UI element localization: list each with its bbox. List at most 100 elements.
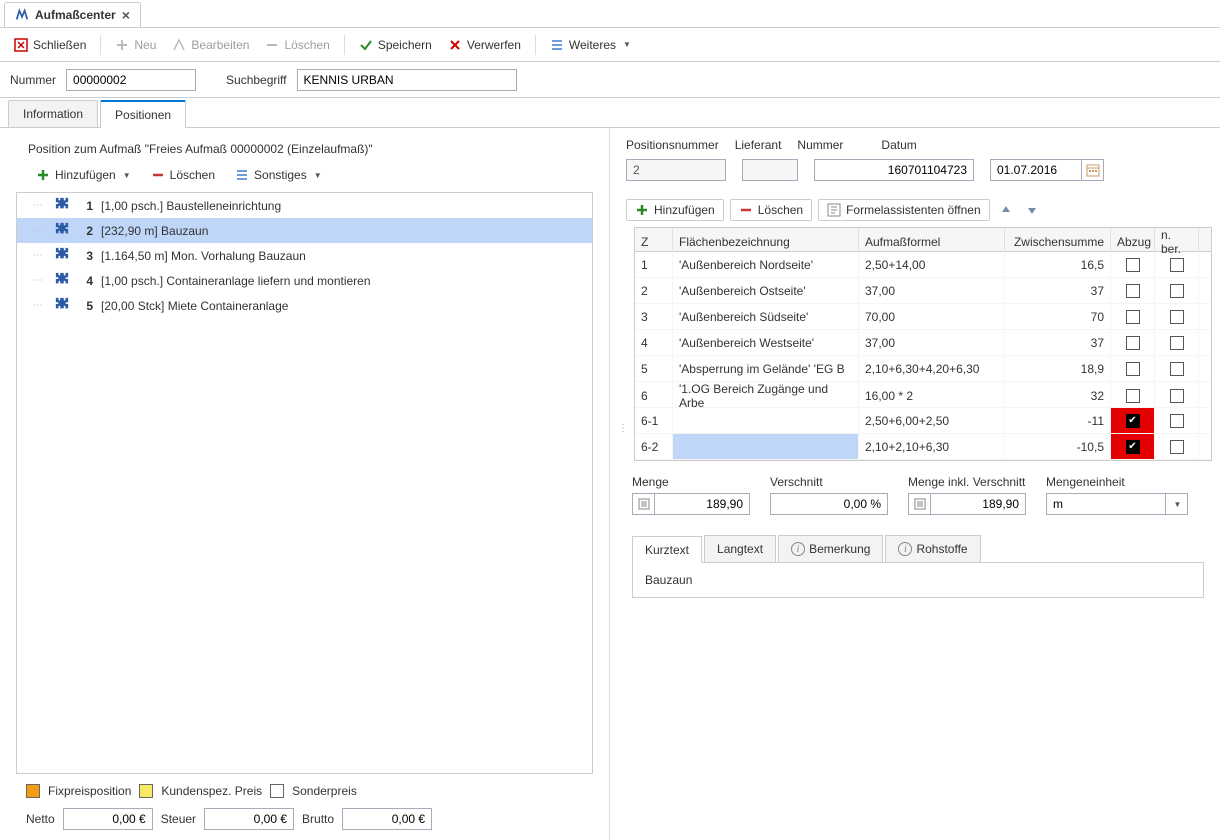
tab-information[interactable]: Information [8,100,98,127]
puzzle-icon [55,247,69,264]
nummer2-label: Nummer [797,138,843,152]
abzug-checkbox[interactable] [1126,336,1140,350]
steuer-field[interactable] [204,808,294,830]
doc-tab-aufmasscenter[interactable]: Aufmaßcenter × [4,2,141,27]
grid-delete-button[interactable]: Löschen [730,199,812,221]
tab-bemerkung[interactable]: iBemerkung [778,535,883,562]
info-icon: i [791,542,805,556]
grid-row[interactable]: 4'Außenbereich Westseite'37,0037 [635,330,1211,356]
formula-assist-button[interactable]: Formelassistenten öffnen [818,199,990,221]
legend-fixpreis: Fixpreisposition [48,784,131,798]
einheit-dropdown-button[interactable]: ▼ [1166,493,1188,515]
check-icon [359,38,373,52]
header-form: Nummer Suchbegriff [0,62,1220,98]
tree-item[interactable]: ⋯4[1,00 psch.] Containeranlage liefern u… [17,268,592,293]
grid-add-button[interactable]: Hinzufügen [626,199,724,221]
einheit-field[interactable] [1046,493,1166,515]
drag-handle-icon[interactable]: ⋮ [618,423,626,434]
chevron-down-icon: ▼ [1174,500,1182,509]
cell-flaeche [673,434,859,459]
main-split: Position zum Aufmaß "Freies Aufmaß 00000… [0,128,1220,840]
netto-field[interactable] [63,808,153,830]
abzug-checkbox[interactable] [1126,440,1140,454]
cell-abzug [1111,434,1155,459]
tree-item[interactable]: ⋯5[20,00 Stck] Miete Containeranlage [17,293,592,318]
save-button[interactable]: Speichern [353,36,438,54]
datum-field[interactable] [990,159,1082,181]
tree-item-num: 2 [77,224,93,238]
abzug-checkbox[interactable] [1126,362,1140,376]
nber-checkbox[interactable] [1170,310,1184,324]
grid-row[interactable]: 6-22,10+2,10+6,30-10,5 [635,434,1211,460]
discard-button[interactable]: Verwerfen [442,36,527,54]
cell-formel: 2,10+2,10+6,30 [859,434,1005,459]
position-tree[interactable]: ⋯1[1,00 psch.] Baustelleneinrichtung⋯2[2… [16,192,593,774]
tab-langtext[interactable]: Langtext [704,535,776,562]
move-up-button[interactable] [996,200,1016,220]
new-button: Neu [109,36,162,54]
nber-checkbox[interactable] [1170,362,1184,376]
totals-row: Netto Steuer Brutto [0,804,609,840]
menge-field[interactable] [654,493,750,515]
nber-checkbox[interactable] [1170,336,1184,350]
move-down-button[interactable] [1022,200,1042,220]
nber-checkbox[interactable] [1170,258,1184,272]
abzug-checkbox[interactable] [1126,258,1140,272]
verschnitt-label: Verschnitt [770,475,888,489]
tree-item[interactable]: ⋯2[232,90 m] Bauzaun [17,218,592,243]
calc-icon[interactable] [908,493,930,515]
grid-row[interactable]: 5'Absperrung im Gelände' 'EG B2,10+6,30+… [635,356,1211,382]
tree-item[interactable]: ⋯3[1.164,50 m] Mon. Vorhalung Bauzaun [17,243,592,268]
cell-zw: 32 [1005,382,1111,410]
nummer-field[interactable] [66,69,196,91]
info-icon: i [898,542,912,556]
legend: Fixpreisposition Kundenspez. Preis Sonde… [0,774,609,804]
chevron-down-icon: ▼ [123,171,131,180]
cell-formel: 70,00 [859,304,1005,329]
kurztext-area[interactable]: Bauzaun [632,563,1204,598]
tree-item[interactable]: ⋯1[1,00 psch.] Baustelleneinrichtung [17,193,592,218]
cell-nber [1155,278,1199,303]
delete-button: Löschen [259,36,335,54]
tree-item-num: 1 [77,199,93,213]
nber-checkbox[interactable] [1170,284,1184,298]
tab-positionen[interactable]: Positionen [100,100,186,128]
more-button[interactable]: Weiteres ▼ [544,36,637,54]
grid-row[interactable]: 6-12,50+6,00+2,50-11 [635,408,1211,434]
calendar-button[interactable] [1082,159,1104,181]
cell-z: 1 [635,252,673,277]
grid-row[interactable]: 6'1.OG Bereich Zugänge und Arbe16,00 * 2… [635,382,1211,408]
close-button[interactable]: Schließen [8,36,92,54]
tree-item-text: [1,00 psch.] Containeranlage liefern und… [101,274,371,288]
swatch-sonderpreis [270,784,284,798]
grid-header: Z Flächenbezeichnung Aufmaßformel Zwisch… [635,228,1211,252]
mengeiv-field[interactable] [930,493,1026,515]
grid-row[interactable]: 1'Außenbereich Nordseite'2,50+14,0016,5 [635,252,1211,278]
other-button[interactable]: Sonstiges ▼ [229,166,328,184]
text-tabs: Kurztext Langtext iBemerkung iRohstoffe [632,535,1204,563]
grid-row[interactable]: 3'Außenbereich Südseite'70,0070 [635,304,1211,330]
nber-checkbox[interactable] [1170,440,1184,454]
separator [100,35,101,55]
verschnitt-field[interactable] [770,493,888,515]
abzug-checkbox[interactable] [1126,310,1140,324]
tab-rohstoffe[interactable]: iRohstoffe [885,535,980,562]
delete-left-button[interactable]: Löschen [145,166,221,184]
brutto-field[interactable] [342,808,432,830]
cell-formel: 2,50+14,00 [859,252,1005,277]
suchbegriff-field[interactable] [297,69,517,91]
add-button[interactable]: Hinzufügen ▼ [30,166,137,184]
calc-icon[interactable] [632,493,654,515]
einheit-label: Mengeneinheit [1046,475,1188,489]
abzug-checkbox[interactable] [1126,284,1140,298]
grid-row[interactable]: 2'Außenbereich Ostseite'37,0037 [635,278,1211,304]
abzug-checkbox[interactable] [1126,414,1140,428]
close-icon[interactable]: × [122,7,130,23]
abzug-checkbox[interactable] [1126,389,1140,403]
tab-kurztext[interactable]: Kurztext [632,536,702,563]
nber-checkbox[interactable] [1170,389,1184,403]
lieferant-label: Lieferant [735,138,782,152]
grid-body[interactable]: 1'Außenbereich Nordseite'2,50+14,0016,52… [635,252,1211,460]
nummer2-field[interactable] [814,159,974,181]
nber-checkbox[interactable] [1170,414,1184,428]
